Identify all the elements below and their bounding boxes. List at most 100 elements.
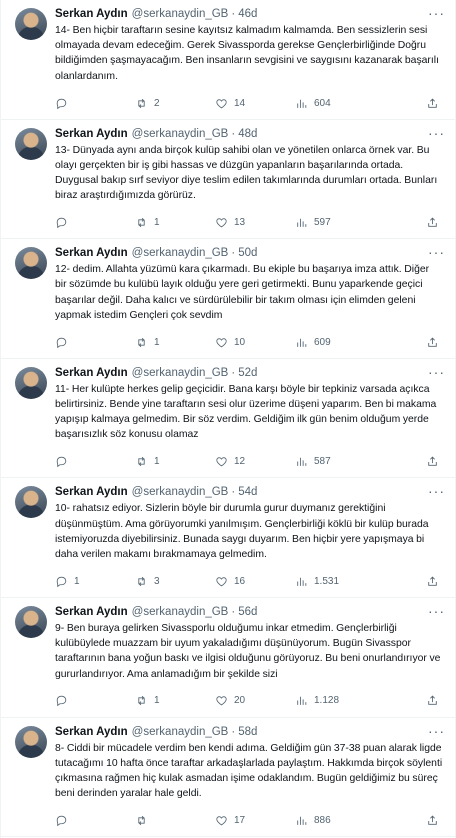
like-count: 17 (234, 815, 246, 827)
reply-button[interactable] (55, 455, 135, 468)
like-button[interactable]: 13 (215, 216, 295, 229)
share-icon (428, 337, 437, 347)
retweet-button[interactable]: 1 (135, 216, 215, 229)
views-button[interactable]: 604 (295, 97, 395, 110)
views-icon (297, 577, 307, 586)
author-name[interactable]: Serkan Aydın (55, 724, 128, 740)
tweet-time[interactable]: 48d (238, 126, 257, 142)
avatar[interactable] (15, 605, 47, 638)
retweet-button[interactable] (135, 814, 215, 827)
like-button[interactable]: 16 (215, 575, 295, 588)
author-name[interactable]: Serkan Aydın (55, 245, 128, 261)
share-button[interactable] (426, 216, 439, 229)
more-options-icon[interactable]: ··· (428, 723, 445, 739)
avatar[interactable] (15, 366, 47, 399)
tweet-time[interactable]: 56d (238, 604, 257, 620)
reply-button[interactable] (55, 694, 135, 707)
views-icon (297, 697, 307, 706)
views-count: 1.531 (314, 575, 340, 587)
tweet-text: 8- Ciddi bir mücadele verdim ben kendi a… (55, 742, 443, 800)
like-button[interactable]: 20 (215, 694, 295, 707)
tweet-time[interactable]: 58d (238, 724, 257, 740)
retweet-button[interactable]: 1 (135, 694, 215, 707)
retweet-button[interactable]: 1 (135, 336, 215, 349)
share-icon (428, 696, 437, 706)
more-options-icon[interactable]: ··· (428, 483, 445, 499)
views-count: 1.128 (314, 695, 340, 707)
more-options-icon[interactable]: ··· (428, 603, 445, 619)
author-name[interactable]: Serkan Aydın (55, 6, 128, 22)
more-options-icon[interactable]: ··· (428, 364, 445, 380)
views-icon (297, 338, 307, 347)
retweet-button[interactable]: 2 (135, 97, 215, 110)
views-button[interactable]: 597 (295, 216, 395, 229)
separator-dot: · (231, 247, 236, 260)
tweet[interactable]: Serkan Aydın @serkanaydin_GB · 54d ··· 1… (1, 478, 455, 598)
reply-count: 1 (74, 575, 80, 587)
like-count: 20 (234, 695, 246, 707)
tweet[interactable]: Serkan Aydın @serkanaydin_GB · 48d ··· 1… (1, 120, 455, 240)
reply-icon (56, 815, 67, 827)
author-handle[interactable]: @serkanaydin_GB (132, 604, 229, 620)
views-button[interactable]: 886 (295, 814, 395, 827)
separator-dot: · (231, 725, 236, 738)
tweet-time[interactable]: 52d (238, 365, 257, 381)
views-button[interactable]: 587 (295, 455, 395, 468)
author-handle[interactable]: @serkanaydin_GB (132, 484, 229, 500)
share-button[interactable] (426, 694, 439, 707)
share-icon (428, 576, 437, 586)
share-button[interactable] (426, 336, 439, 349)
tweet-actions: 2 14 604 (55, 93, 443, 113)
tweet-actions: 1 13 597 (55, 213, 443, 233)
share-button[interactable] (426, 814, 439, 827)
more-options-icon[interactable]: ··· (428, 244, 445, 260)
author-name[interactable]: Serkan Aydın (55, 126, 128, 142)
share-icon (428, 98, 437, 108)
like-button[interactable]: 17 (215, 814, 295, 827)
share-button[interactable] (426, 575, 439, 588)
views-count: 587 (314, 456, 331, 468)
tweet-time[interactable]: 54d (238, 484, 257, 500)
tweet-time[interactable]: 46d (238, 6, 257, 22)
avatar[interactable] (15, 486, 47, 519)
reply-button[interactable] (55, 97, 135, 110)
avatar[interactable] (15, 127, 47, 160)
tweet[interactable]: Serkan Aydın @serkanaydin_GB · 46d ··· 1… (1, 0, 455, 120)
reply-button[interactable]: 1 (55, 575, 135, 588)
author-name[interactable]: Serkan Aydın (55, 604, 128, 620)
reply-button[interactable] (55, 336, 135, 349)
tweet[interactable]: Serkan Aydın @serkanaydin_GB · 58d ··· 8… (1, 718, 455, 838)
author-name[interactable]: Serkan Aydın (55, 484, 128, 500)
reply-button[interactable] (55, 814, 135, 827)
views-button[interactable]: 1.128 (295, 694, 395, 707)
tweet[interactable]: Serkan Aydın @serkanaydin_GB · 50d ··· 1… (1, 239, 455, 359)
share-button[interactable] (426, 97, 439, 110)
like-button[interactable]: 10 (215, 336, 295, 349)
like-button[interactable]: 12 (215, 455, 295, 468)
views-button[interactable]: 1.531 (295, 575, 395, 588)
reply-button[interactable] (55, 216, 135, 229)
author-handle[interactable]: @serkanaydin_GB (132, 6, 229, 22)
more-options-icon[interactable]: ··· (428, 125, 445, 141)
tweet[interactable]: Serkan Aydın @serkanaydin_GB · 56d ··· 9… (1, 598, 455, 718)
author-name[interactable]: Serkan Aydın (55, 365, 128, 381)
avatar[interactable] (15, 247, 47, 280)
author-handle[interactable]: @serkanaydin_GB (132, 245, 229, 261)
like-icon (216, 696, 227, 706)
author-handle[interactable]: @serkanaydin_GB (132, 126, 229, 142)
retweet-button[interactable]: 1 (135, 455, 215, 468)
author-handle[interactable]: @serkanaydin_GB (132, 724, 229, 740)
avatar[interactable] (15, 725, 47, 758)
like-button[interactable]: 14 (215, 97, 295, 110)
author-handle[interactable]: @serkanaydin_GB (132, 365, 229, 381)
tweet-time[interactable]: 50d (238, 245, 257, 261)
tweet[interactable]: Serkan Aydın @serkanaydin_GB · 52d ··· 1… (1, 359, 455, 479)
share-button[interactable] (426, 455, 439, 468)
views-button[interactable]: 609 (295, 336, 395, 349)
tweet-actions: 1 20 1.128 (55, 691, 443, 711)
more-options-icon[interactable]: ··· (428, 5, 445, 21)
avatar[interactable] (15, 8, 47, 40)
retweet-button[interactable]: 3 (135, 575, 215, 588)
reply-icon (56, 217, 67, 229)
reply-icon (56, 98, 67, 109)
